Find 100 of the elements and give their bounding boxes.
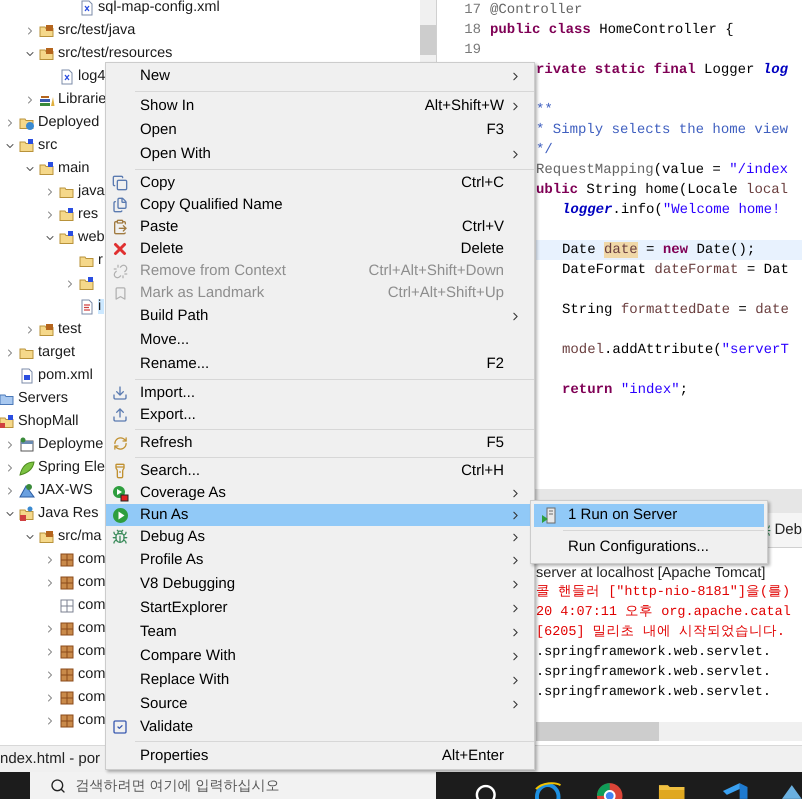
code-line: ublic String home(Locale local — [536, 180, 788, 200]
code-line: ** — [536, 100, 553, 120]
tree-item[interactable]: src/test/resources — [58, 46, 176, 61]
status-text: ndex.html - por — [0, 748, 100, 769]
menu-item[interactable]: Move... — [106, 328, 534, 352]
tree-item[interactable]: com — [78, 621, 108, 636]
package-icon — [59, 574, 75, 590]
window-icon — [19, 436, 35, 452]
menu-item[interactable]: New — [106, 64, 534, 88]
tree-item[interactable]: Java Res — [38, 506, 102, 521]
menu-item[interactable]: Build Path — [106, 304, 534, 328]
tree-item[interactable]: src/test/java — [58, 23, 138, 38]
export-icon — [112, 407, 128, 423]
package-icon — [59, 644, 75, 660]
menu-item[interactable]: Paste Ctrl+V — [106, 216, 534, 238]
menu-item[interactable]: Import... — [106, 382, 534, 404]
tree-item[interactable]: Spring Ele — [38, 460, 108, 475]
source-folder-icon — [39, 46, 55, 62]
tree-item[interactable]: java — [78, 184, 108, 199]
package-icon — [59, 666, 75, 682]
line-number: 17 — [463, 0, 482, 20]
coverage-icon — [112, 484, 128, 502]
taskbar-search-field[interactable]: 검색하려면 여기에 입력하십시오 — [30, 772, 436, 799]
tree-item[interactable]: log4 — [78, 69, 108, 84]
tree-item[interactable]: sql-map-config.xml — [98, 0, 223, 15]
menu-item[interactable]: Copy Ctrl+C — [106, 172, 534, 194]
tree-item[interactable]: src — [38, 138, 60, 153]
refresh-icon — [112, 436, 128, 450]
tree-item[interactable]: Deployed — [38, 115, 102, 130]
menu-item[interactable]: Profile As — [106, 548, 534, 572]
import-icon — [112, 385, 128, 401]
menu-item[interactable]: V8 Debugging — [106, 572, 534, 596]
console-line: .springframework.web.servlet. — [536, 644, 772, 662]
tree-item[interactable]: com — [78, 713, 108, 728]
menu-item[interactable]: Debug As — [106, 526, 534, 548]
menu-item[interactable]: 1 Run on Server — [534, 504, 764, 527]
code-line: @Controller — [490, 0, 582, 20]
tree-item[interactable]: main — [58, 161, 92, 176]
code-line: RequestMapping(value = "/index — [536, 160, 788, 180]
panel-tab[interactable]: Deb — [774, 518, 802, 542]
menu-item[interactable]: Refresh F5 — [106, 432, 534, 454]
menu-item[interactable]: Source — [106, 692, 534, 716]
run-icon — [112, 506, 128, 524]
tree-item[interactable]: com — [78, 552, 108, 567]
console-line: 콜 핸들러 ["http-nio-8181"]을(를) — [536, 584, 792, 602]
menu-item[interactable]: Team — [106, 620, 534, 644]
tree-item[interactable]: test — [58, 322, 84, 337]
file-icon — [19, 368, 35, 384]
folder-icon — [59, 230, 75, 246]
folder-icon — [39, 160, 55, 176]
menu-item[interactable]: Copy Qualified Name — [106, 194, 534, 216]
file-icon — [59, 68, 75, 84]
menu-item[interactable]: Export... — [106, 404, 534, 426]
source-folder-icon — [39, 528, 55, 544]
tree-item[interactable]: Servers — [18, 391, 71, 406]
tree-item[interactable]: com — [78, 598, 108, 613]
console-line: .springframework.web.servlet. — [536, 664, 772, 682]
code-line: */ — [536, 140, 553, 160]
menu-item[interactable]: Delete Delete — [106, 238, 534, 260]
scrollbar-thumb[interactable] — [536, 722, 659, 741]
source-folder-icon — [39, 22, 55, 38]
scrollbar-thumb[interactable] — [420, 25, 436, 55]
tree-item[interactable]: target — [38, 345, 78, 360]
tree-item[interactable]: i — [98, 299, 104, 314]
tree-item[interactable]: Deployme — [38, 437, 106, 452]
menu-item[interactable]: Open F3 — [106, 118, 534, 142]
tree-item[interactable]: com — [78, 690, 108, 705]
tree-item[interactable]: web — [78, 230, 108, 245]
tree-item[interactable]: src/ma — [58, 529, 104, 544]
tree-item[interactable]: com — [78, 667, 108, 682]
tree-item[interactable]: com — [78, 575, 108, 590]
tree-item[interactable]: com — [78, 644, 108, 659]
bug-icon — [112, 529, 128, 545]
console-line: .springframework.web.servlet. — [536, 684, 772, 702]
menu-item[interactable]: Search... Ctrl+H — [106, 460, 534, 482]
menu-item[interactable]: Validate — [106, 716, 534, 738]
menu-item[interactable]: Replace With — [106, 668, 534, 692]
resources-icon — [19, 506, 35, 522]
menu-item[interactable]: Coverage As — [106, 482, 534, 504]
package-icon — [59, 690, 75, 706]
tree-item[interactable]: ShopMall — [18, 414, 82, 429]
browser-icon[interactable] — [532, 781, 562, 799]
search-icon — [50, 778, 66, 794]
menu-item[interactable]: StartExplorer — [106, 596, 534, 620]
menu-item[interactable]: Properties Alt+Enter — [106, 744, 534, 768]
menu-item[interactable]: Run Configurations... — [534, 534, 764, 560]
menu-item[interactable]: Open With — [106, 142, 534, 166]
round-logo-icon[interactable] — [595, 781, 624, 799]
tree-item[interactable]: r — [98, 253, 106, 268]
delete-icon — [111, 240, 129, 258]
copy-icon — [112, 175, 128, 191]
tree-item[interactable]: JAX-WS — [38, 483, 96, 498]
menu-item[interactable]: Rename... F2 — [106, 352, 534, 376]
package-icon — [59, 712, 75, 728]
tree-item[interactable]: res — [78, 207, 102, 222]
menu-item[interactable]: Compare With — [106, 644, 534, 668]
tree-item[interactable]: pom.xml — [38, 368, 96, 383]
code-line: return "index"; — [562, 380, 688, 400]
code-line: logger.info("Welcome home! — [562, 200, 780, 220]
paste-icon — [112, 219, 128, 235]
